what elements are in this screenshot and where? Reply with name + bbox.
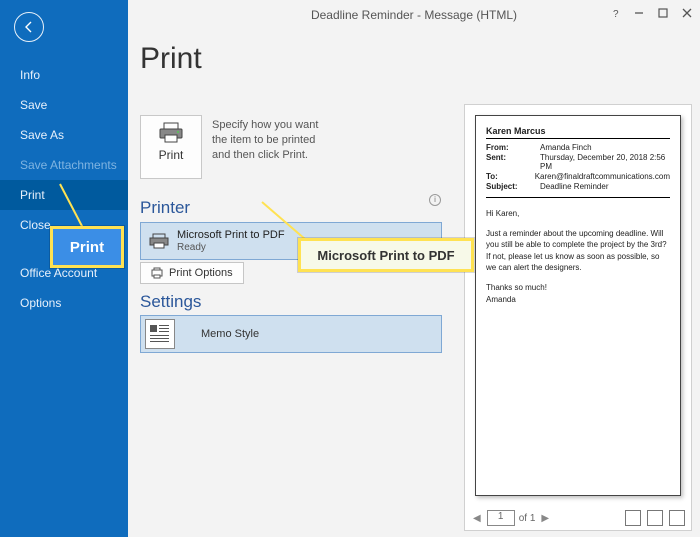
style-name: Memo Style [201, 328, 259, 340]
preview-sent-value: Thursday, December 20, 2018 2:56 PM [540, 153, 670, 171]
preview-from-label: From: [486, 143, 540, 152]
maximize-button[interactable] [656, 6, 670, 20]
print-description: Specify how you want the item to be prin… [212, 118, 332, 163]
print-options-icon [151, 267, 163, 279]
one-page-icon[interactable] [647, 510, 663, 526]
preview-sender-name: Karen Marcus [486, 126, 670, 139]
callout-print: Print [50, 226, 124, 268]
memo-style-icon [145, 319, 175, 349]
help-button[interactable]: ? [608, 6, 622, 20]
preview-sent-label: Sent: [486, 153, 540, 171]
preview-footer: ◀ 1 of 1 ▶ [465, 506, 691, 530]
preview-to-value: Karen@finaldraftcommunications.com [535, 172, 670, 181]
print-button-label: Print [141, 148, 201, 162]
print-options-label: Print Options [169, 267, 233, 279]
actual-size-icon[interactable] [625, 510, 641, 526]
printer-icon [141, 122, 201, 144]
print-button[interactable]: Print [140, 115, 202, 179]
preview-signature: Amanda [486, 294, 670, 306]
sidebar-item-info[interactable]: Info [0, 60, 128, 90]
printer-small-icon [147, 233, 171, 249]
backstage-sidebar: Info Save Save As Save Attachments Print… [0, 0, 128, 537]
print-backstage-content: Print Print Specify how you want the ite… [128, 30, 700, 537]
svg-text:?: ? [613, 9, 619, 18]
close-button[interactable] [680, 6, 694, 20]
preview-to-label: To: [486, 172, 535, 181]
page-of-label: of 1 [519, 513, 536, 524]
multi-page-icon[interactable] [669, 510, 685, 526]
style-selector[interactable]: Memo Style [140, 315, 442, 353]
sidebar-item-save-attachments: Save Attachments [0, 150, 128, 180]
back-button[interactable] [14, 12, 44, 42]
preview-page: Karen Marcus From:Amanda Finch Sent:Thur… [475, 115, 681, 496]
preview-greeting: Hi Karen, [486, 208, 670, 220]
preview-thanks: Thanks so much! [486, 282, 670, 294]
settings-heading: Settings [140, 292, 201, 312]
page-title: Print [140, 42, 700, 76]
arrow-left-icon [22, 20, 36, 34]
printer-info-icon[interactable]: i [429, 194, 441, 206]
printer-heading: Printer [140, 198, 190, 218]
prev-page-button[interactable]: ◀ [471, 513, 483, 524]
sidebar-item-options[interactable]: Options [0, 288, 128, 318]
titlebar: Deadline Reminder - Message (HTML) ? [128, 0, 700, 30]
sidebar-item-save[interactable]: Save [0, 90, 128, 120]
next-page-button[interactable]: ▶ [539, 513, 551, 524]
sidebar-item-print[interactable]: Print [0, 180, 128, 210]
callout-microsoft-print-to-pdf: Microsoft Print to PDF [298, 238, 474, 272]
preview-from-value: Amanda Finch [540, 143, 670, 152]
minimize-button[interactable] [632, 6, 646, 20]
print-preview-panel: Karen Marcus From:Amanda Finch Sent:Thur… [464, 104, 692, 531]
sidebar-item-save-as[interactable]: Save As [0, 120, 128, 150]
print-options-button[interactable]: Print Options [140, 262, 244, 284]
preview-body: Just a reminder about the upcoming deadl… [486, 228, 670, 274]
page-number-input[interactable]: 1 [487, 510, 515, 526]
preview-subject-value: Deadline Reminder [540, 182, 670, 191]
preview-subject-label: Subject: [486, 182, 540, 191]
